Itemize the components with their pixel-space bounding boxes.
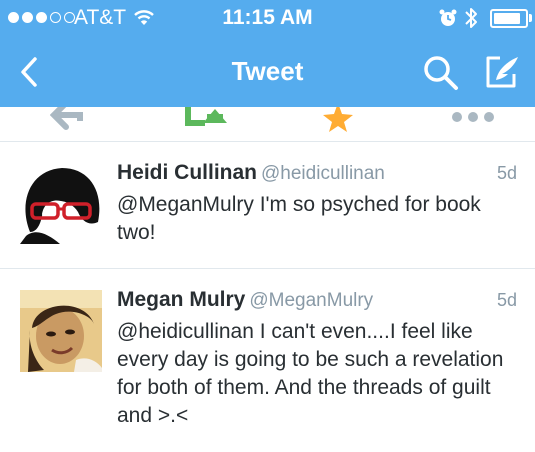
alarm-clock-icon	[439, 9, 457, 26]
more-icon[interactable]	[448, 107, 498, 133]
tweet-author-name[interactable]: Heidi Cullinan	[117, 161, 257, 184]
retweet-icon[interactable]	[183, 107, 229, 133]
bluetooth-icon	[465, 8, 477, 28]
tweet-timestamp: 5d	[496, 163, 517, 183]
reply-icon[interactable]	[50, 107, 90, 133]
favorite-icon[interactable]	[322, 107, 354, 133]
status-bar: AT&T 11:15 AM	[0, 0, 535, 36]
tweet-author-handle[interactable]: @heidicullinan	[261, 163, 385, 184]
search-icon	[424, 56, 458, 90]
search-button[interactable]	[420, 52, 462, 92]
compose-button[interactable]	[482, 52, 524, 92]
avatar[interactable]	[20, 162, 102, 244]
tweet-item[interactable]: Megan Mulry @MeganMulry 5d @heidicullinan…	[0, 270, 535, 452]
battery-icon	[490, 9, 528, 28]
compose-tweet-icon	[486, 56, 518, 88]
tweet-text: @MeganMulry I'm so psyched for book two!	[117, 193, 481, 244]
tweet-item[interactable]: Heidi Cullinan @heidicullinan 5d @MeganMu…	[0, 143, 535, 269]
battery-nub	[529, 14, 532, 22]
tweet-action-bar	[0, 107, 535, 142]
tweet-text: @heidicullinan I can't even....I feel li…	[117, 320, 504, 427]
avatar[interactable]	[20, 290, 102, 372]
tweet-author-handle[interactable]: @MeganMulry	[249, 290, 373, 311]
tweet-timestamp: 5d	[496, 290, 517, 310]
tweet-author-name[interactable]: Megan Mulry	[117, 288, 245, 311]
top-bar: AT&T 11:15 AM Tweet	[0, 0, 535, 107]
